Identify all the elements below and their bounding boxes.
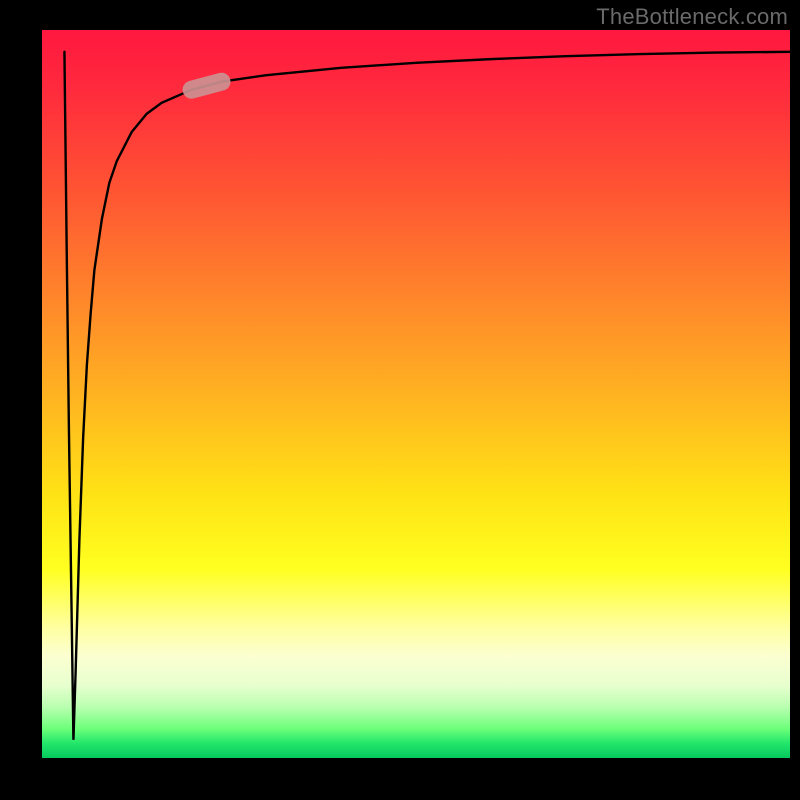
chart-frame: TheBottleneck.com [0,0,800,800]
chart-svg [42,30,790,758]
watermark-text: TheBottleneck.com [596,4,788,30]
bottleneck-curve [64,52,790,740]
highlight-segment [192,82,222,90]
plot-area [42,30,790,758]
